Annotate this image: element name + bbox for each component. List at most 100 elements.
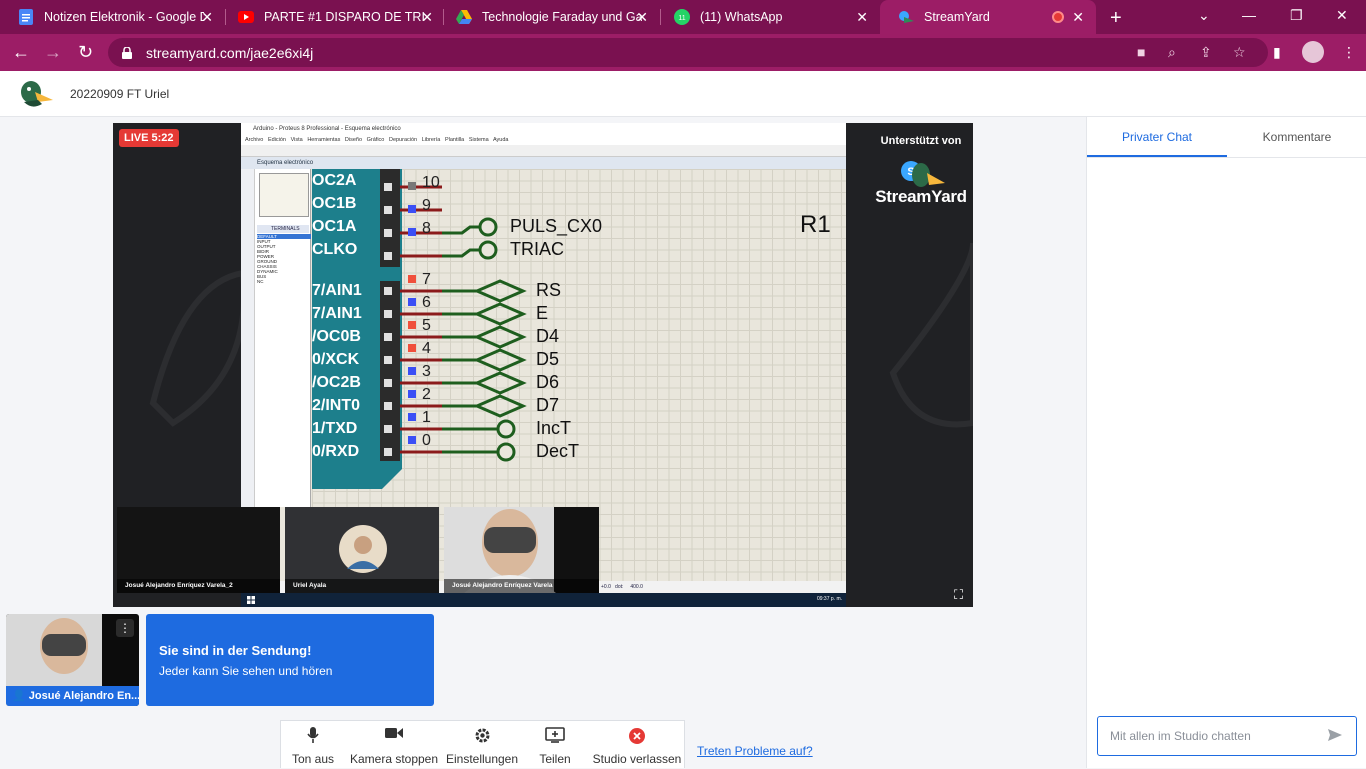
close-tab-icon[interactable]: ✕ xyxy=(421,10,433,24)
close-tab-icon[interactable]: ✕ xyxy=(856,10,868,24)
net-label: E xyxy=(536,303,549,323)
terminals-header: TERMINALS xyxy=(257,225,309,233)
pin-label: OC1A xyxy=(312,218,357,235)
participant-name: Josué Alejandro Enríquez Varela xyxy=(444,579,599,593)
status-value: 400.0 xyxy=(630,584,643,590)
more-options-icon[interactable]: ⋮ xyxy=(116,619,134,637)
browser-menu-icon[interactable]: ⋮ xyxy=(1342,44,1356,61)
tab-title: Notizen Elektronik - Google D xyxy=(44,10,204,24)
leave-studio-button[interactable]: Studio verlassen xyxy=(589,721,685,769)
menu-item[interactable]: Plantilla xyxy=(445,137,464,143)
studio-controls: Ton aus Kamera stoppen Einstellungen Tei… xyxy=(280,720,685,768)
stop-camera-button[interactable]: Kamera stoppen xyxy=(347,721,441,769)
back-icon[interactable]: ← xyxy=(12,42,30,63)
proteus-doc-tab[interactable]: Esquema electrónico xyxy=(241,157,846,169)
net-label: DecT xyxy=(536,441,580,461)
on-air-subtitle: Jeder kann Sie sehen und hören xyxy=(159,664,333,678)
close-tab-icon[interactable]: ✕ xyxy=(1072,10,1084,24)
pin-label: OC1B xyxy=(312,195,357,212)
self-name: Josué Alejandro En... xyxy=(28,690,139,702)
control-label: Kamera stoppen xyxy=(349,752,439,766)
url-bar[interactable]: streamyard.com/jae2e6xi4j xyxy=(108,38,1268,67)
divider xyxy=(1087,157,1366,158)
fullscreen-icon[interactable]: ⛶ xyxy=(954,587,963,603)
google-docs-icon xyxy=(18,9,34,25)
chat-input[interactable] xyxy=(1097,716,1357,756)
bookmark-star-icon[interactable]: ☆ xyxy=(1233,44,1246,61)
browser-tab-drive[interactable]: Technologie Faraday und Gal ✕ xyxy=(438,0,660,34)
pin-number: 4 xyxy=(422,340,431,357)
schematic-overview-thumbnail[interactable] xyxy=(259,173,309,217)
menu-item[interactable]: Diseño xyxy=(345,137,362,143)
terminal-item[interactable]: NC xyxy=(257,279,311,284)
google-drive-icon xyxy=(456,9,472,25)
pin-number: 1 xyxy=(422,409,431,426)
browser-tab-whatsapp[interactable]: 11 (11) WhatsApp ✕ xyxy=(656,0,880,34)
camera-icon xyxy=(347,721,441,745)
browser-tab-notizen[interactable]: Notizen Elektronik - Google D ✕ xyxy=(0,0,225,34)
stage-video-tile[interactable]: Josué Alejandro Enríquez Varela_2 xyxy=(117,507,280,593)
pin-label: /OC0B xyxy=(312,328,361,345)
streamyard-icon xyxy=(898,9,914,25)
proteus-menu-bar: Archivo Edición Vista Herramientas Diseñ… xyxy=(241,135,846,145)
pin-label: CLKO xyxy=(312,241,358,258)
menu-item[interactable]: Herramientas xyxy=(307,137,340,143)
stage-video-tile[interactable]: Uriel Ayala xyxy=(285,507,439,593)
tab-title: Technologie Faraday und Gal xyxy=(482,10,642,24)
menu-item[interactable]: Ayuda xyxy=(493,137,509,143)
minimize-icon[interactable]: — xyxy=(1242,7,1256,23)
camera-permission-icon[interactable]: ■ xyxy=(1137,44,1145,60)
tab-private-chat[interactable]: Privater Chat xyxy=(1087,117,1227,157)
settings-button[interactable]: Einstellungen xyxy=(443,721,521,769)
profile-avatar[interactable] xyxy=(1302,41,1324,63)
close-tab-icon[interactable]: ✕ xyxy=(636,10,648,24)
youtube-icon xyxy=(238,9,254,25)
windows-taskbar: 09:37 p. m. xyxy=(241,593,846,607)
pin-label: 0/XCK xyxy=(312,351,360,368)
menu-item[interactable]: Gráfico xyxy=(367,137,385,143)
control-label: Ton aus xyxy=(291,752,335,766)
menu-item[interactable]: Vista xyxy=(291,137,303,143)
share-button[interactable]: Teilen xyxy=(527,721,583,769)
proteus-title-bar: Arduino - Proteus 8 Professional - Esque… xyxy=(241,123,846,135)
proteus-toolbar xyxy=(241,145,846,157)
gear-icon xyxy=(443,721,521,745)
broadcast-stage: LIVE 5:22 Unterstützt von S StreamYard A… xyxy=(113,123,973,607)
tab-search-icon[interactable]: ⌄ xyxy=(1198,7,1210,24)
windows-start-icon xyxy=(247,596,255,604)
forward-icon[interactable]: → xyxy=(44,42,62,63)
pin-label: 7/AIN1 xyxy=(312,305,362,322)
pin-label: 0/RXD xyxy=(312,443,360,460)
self-camera-preview[interactable]: ⋮ 👤 Josué Alejandro En... xyxy=(6,614,139,706)
pin-number: 7 xyxy=(422,271,431,288)
on-air-title: Sie sind in der Sendung! xyxy=(159,643,312,658)
menu-item[interactable]: Archivo xyxy=(245,137,263,143)
share-icon[interactable]: ⇪ xyxy=(1200,44,1212,61)
menu-item[interactable]: Depuración xyxy=(389,137,417,143)
pin-number: 9 xyxy=(422,197,431,214)
live-timer-badge: LIVE 5:22 xyxy=(119,129,179,147)
help-link[interactable]: Treten Probleme auf? xyxy=(697,744,813,758)
browser-tab-youtube[interactable]: PARTE #1 DISPARO DE TRIAC ✕ xyxy=(220,0,445,34)
control-label: Teilen xyxy=(539,752,571,766)
close-tab-icon[interactable]: ✕ xyxy=(201,10,213,24)
restore-icon[interactable]: ❐ xyxy=(1290,7,1303,24)
net-label: TRIAC xyxy=(510,239,564,259)
menu-item[interactable]: Sistema xyxy=(469,137,489,143)
zoom-icon[interactable]: ⌕ xyxy=(1168,44,1176,61)
send-icon[interactable] xyxy=(1327,727,1343,743)
pin-label: 1/TXD xyxy=(312,420,358,437)
side-panel-icon[interactable]: ▮ xyxy=(1273,44,1281,61)
tab-comments[interactable]: Kommentare xyxy=(1227,117,1366,157)
url-text: streamyard.com/jae2e6xi4j xyxy=(146,44,314,61)
menu-item[interactable]: Librería xyxy=(422,137,441,143)
menu-item[interactable]: Edición xyxy=(268,137,286,143)
reload-icon[interactable]: ↻ xyxy=(78,42,93,63)
stage-video-tile[interactable]: Josué Alejandro Enríquez Varela xyxy=(444,507,599,593)
proteus-tool-strip xyxy=(241,169,255,509)
browser-tab-streamyard[interactable]: StreamYard ✕ xyxy=(880,0,1096,34)
new-tab-icon[interactable]: + xyxy=(1110,7,1122,30)
mute-button[interactable]: Ton aus xyxy=(281,721,345,769)
on-air-banner: Sie sind in der Sendung! Jeder kann Sie … xyxy=(146,614,434,706)
close-window-icon[interactable]: ✕ xyxy=(1336,7,1348,24)
